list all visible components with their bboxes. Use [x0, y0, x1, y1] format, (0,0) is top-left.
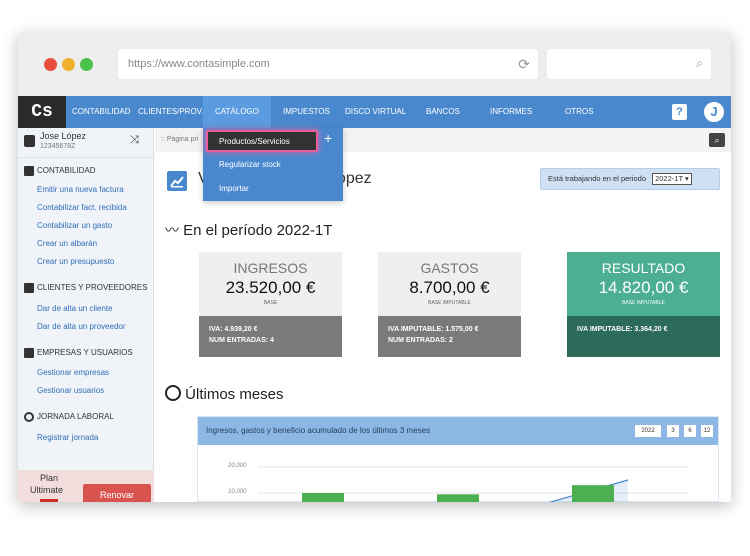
plan-badge	[40, 499, 58, 502]
user-avatar[interactable]: J	[702, 100, 726, 124]
nav-otros[interactable]: OTROS	[565, 96, 593, 128]
chart-panel: Ingresos, gastos y beneficio acumulado d…	[197, 416, 719, 502]
help-button[interactable]: ?	[672, 104, 687, 120]
section-title: EMPRESAS Y USUARIOS	[37, 348, 133, 358]
nav-informes[interactable]: INFORMES	[490, 96, 532, 128]
user-name: Jose López	[40, 131, 87, 141]
card-value: 8.700,00 €	[409, 278, 490, 297]
card-label: RESULTADO	[601, 260, 686, 276]
card-value: 14.820,00 €	[598, 278, 689, 297]
link-emitir-factura[interactable]: Emitir una nueva factura	[37, 185, 124, 194]
months-heading-text: Últimos meses	[185, 386, 284, 403]
content-search-button[interactable]: ⌕	[709, 133, 725, 147]
link-gestionar-empresas[interactable]: Gestionar empresas	[37, 368, 109, 377]
app-logo[interactable]: Cs	[18, 96, 66, 128]
menu-item-importar[interactable]: Importar	[219, 184, 249, 193]
trend-icon: 〰	[165, 222, 179, 238]
sidebar-user: Jose López 12345678Z ⤨	[18, 128, 154, 158]
nav-bancos[interactable]: BANCOS	[426, 96, 460, 128]
browser-search-input[interactable]: ⌕	[547, 49, 711, 79]
top-navigation: Cs CONTABILIDAD CLIENTES/PROV. CATÁLOGO …	[18, 96, 731, 128]
card-line1: IVA IMPUTABLE: 1.575,00 €	[388, 326, 479, 333]
card-sub: BASE IMPUTABLE	[428, 300, 471, 306]
card-gastos: GASTOS 8.700,00 € BASE IMPUTABLE IVA IMP…	[378, 252, 521, 357]
period-selector: Está trabajando en el periodo 2022-1T ▾	[540, 168, 720, 190]
nav-catalogo[interactable]: CATÁLOGO	[203, 96, 271, 128]
section-title: CLIENTES Y PROVEEDORES	[37, 283, 148, 293]
chart-plot	[258, 466, 688, 502]
card-line2: NUM ENTRADAS: 4	[209, 337, 274, 344]
period-label: Está trabajando en el periodo	[548, 174, 646, 183]
link-registrar-jornada[interactable]: Registrar jornada	[37, 433, 98, 442]
card-line1: IVA: 4.939,20 €	[209, 326, 258, 333]
nav-impuestos[interactable]: IMPUESTOS	[283, 96, 330, 128]
contact-icon	[24, 283, 34, 293]
section-clientes-proveedores: CLIENTES Y PROVEEDORES	[24, 283, 147, 293]
card-value: 23.520,00 €	[225, 278, 316, 297]
maximize-window-dot[interactable]	[80, 58, 93, 71]
section-empresas-usuarios: EMPRESAS Y USUARIOS	[24, 348, 133, 358]
breadcrumb[interactable]: :: Página pri	[161, 136, 198, 143]
reload-icon[interactable]: ⟳	[518, 56, 530, 73]
address-bar[interactable]: https://www.contasimple.com ⟳	[118, 49, 538, 79]
bar	[302, 493, 344, 502]
period-heading: 〰 En el período 2022-1T	[165, 220, 332, 240]
card-line1: IVA IMPUTABLE: 3.364,20 €	[577, 326, 668, 333]
add-icon[interactable]: +	[324, 130, 332, 146]
menu-item-productos-servicios[interactable]: Productos/Servicios	[219, 137, 290, 146]
link-alta-proveedor[interactable]: Dar de alta un proveedor	[37, 322, 126, 331]
document-icon	[24, 166, 34, 176]
section-title: CONTABILIDAD	[37, 166, 96, 176]
nav-contabilidad[interactable]: CONTABILIDAD	[72, 96, 131, 128]
card-ingresos: INGRESOS 23.520,00 € BASE IVA: 4.939,20 …	[199, 252, 342, 357]
link-contabilizar-gasto[interactable]: Contabilizar un gasto	[37, 221, 112, 230]
section-jornada-laboral: JORNADA LABORAL	[24, 412, 114, 422]
plan-box: Plan Ultimate Renovar	[18, 470, 154, 502]
plan-label: Plan	[40, 473, 59, 483]
link-crear-albaran[interactable]: Crear un albarán	[37, 239, 97, 248]
section-title: JORNADA LABORAL	[37, 412, 114, 422]
close-window-dot[interactable]	[44, 58, 57, 71]
sidebar: Jose López 12345678Z ⤨ CONTABILIDAD Emit…	[18, 128, 154, 502]
briefcase-icon	[24, 348, 34, 358]
section-contabilidad: CONTABILIDAD	[24, 166, 96, 176]
link-crear-presupuesto[interactable]: Crear un presupuesto	[37, 257, 114, 266]
link-gestionar-usuarios[interactable]: Gestionar usuarios	[37, 386, 104, 395]
chart-icon	[167, 171, 187, 191]
speedometer-icon	[165, 385, 181, 401]
period-select[interactable]: 2022-1T ▾	[652, 173, 692, 186]
search-icon: ⌕	[696, 56, 703, 70]
period-heading-text: En el período 2022-1T	[183, 222, 333, 239]
plan-name: Ultimate	[30, 485, 64, 495]
bar	[437, 494, 479, 502]
menu-item-regularizar-stock[interactable]: Regularizar stock	[219, 160, 281, 169]
months-heading: Últimos meses	[165, 385, 284, 403]
nav-disco-virtual[interactable]: DISCO VIRTUAL	[345, 96, 406, 128]
bar	[572, 485, 614, 502]
minimize-window-dot[interactable]	[62, 58, 75, 71]
link-alta-cliente[interactable]: Dar de alta un cliente	[37, 304, 113, 313]
switch-company-icon[interactable]: ⤨	[130, 134, 139, 147]
card-sub: BASE IMPUTABLE	[622, 300, 665, 306]
card-label: GASTOS	[420, 260, 479, 276]
clock-icon	[24, 412, 34, 422]
card-sub: BASE	[263, 300, 278, 306]
url-text: https://www.contasimple.com	[128, 58, 270, 70]
browser-window: https://www.contasimple.com ⟳ ⌕ Cs CONTA…	[18, 32, 731, 502]
renew-button[interactable]: Renovar	[83, 484, 151, 502]
period-value: 2022-1T	[655, 174, 683, 184]
card-line2: NUM ENTRADAS: 2	[388, 337, 453, 344]
user-icon	[24, 135, 35, 147]
card-label: INGRESOS	[233, 260, 308, 276]
catalogo-dropdown: Productos/Servicios Regularizar stock Im…	[203, 128, 343, 201]
browser-chrome: https://www.contasimple.com ⟳ ⌕	[18, 32, 731, 96]
nav-clientes-prov[interactable]: CLIENTES/PROV.	[138, 96, 204, 128]
card-resultado: RESULTADO 14.820,00 € BASE IMPUTABLE IVA…	[567, 252, 720, 357]
link-contabilizar-fact-recibida[interactable]: Contabilizar fact. recibida	[37, 203, 127, 212]
user-tax-id: 12345678Z	[40, 143, 76, 150]
